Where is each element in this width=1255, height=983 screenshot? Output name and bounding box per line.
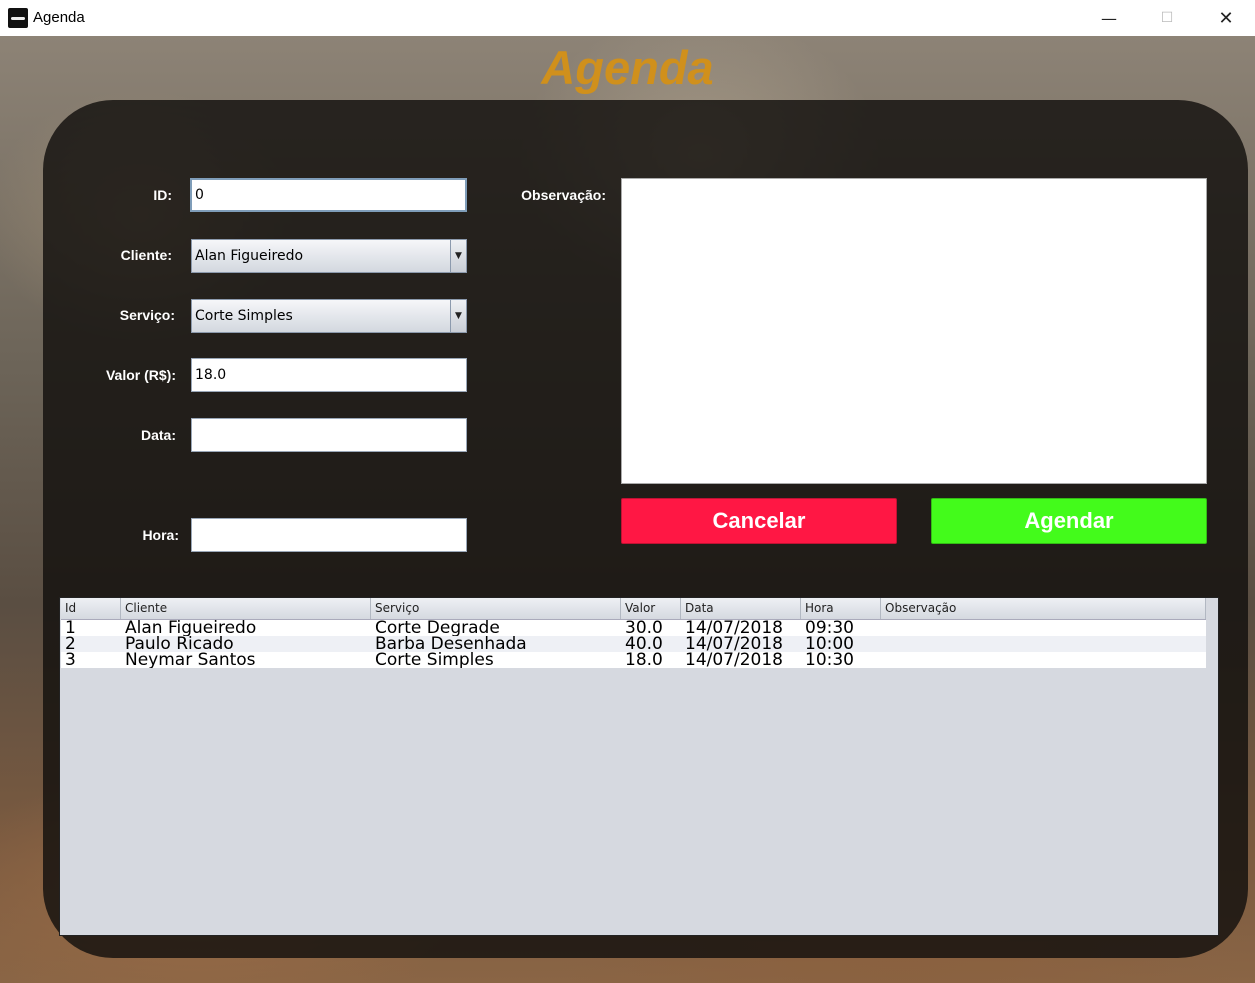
valor-label: Valor (R$): [105,367,176,383]
cell-cliente: Neymar Santos [125,652,256,668]
cell-observacao [881,652,1206,668]
cell-valor: 30.0 [625,620,663,636]
column-header-cliente[interactable]: Cliente [121,598,371,619]
column-header-observacao[interactable]: Observação [881,598,1206,619]
cancel-button[interactable]: Cancelar [621,498,897,544]
cell-data: 14/07/2018 [685,636,783,652]
cell-observacao [881,620,1206,636]
book-button[interactable]: Agendar [931,498,1207,544]
cell-servico: Barba Desenhada [375,636,527,652]
id-label: ID: [153,187,172,203]
column-header-hora[interactable]: Hora [801,598,881,619]
cell-cliente: Paulo Ricado [125,636,234,652]
cliente-select[interactable]: Alan Figueiredo ▼ [191,239,467,273]
cell-id: 2 [65,636,76,652]
window-title: Agenda [33,9,85,26]
servico-label: Serviço: [119,307,175,323]
data-label: Data: [140,427,176,443]
cell-id: 3 [65,652,76,668]
cell-valor: 18.0 [625,652,663,668]
title-bar: Agenda — ☐ ✕ [0,0,1255,36]
data-field[interactable] [191,418,467,452]
cell-hora: 10:30 [805,652,854,668]
maximize-button[interactable]: ☐ [1138,0,1196,36]
observacao-label: Observação: [521,187,606,203]
column-header-id[interactable]: Id [61,598,121,619]
cell-hora: 10:00 [805,636,854,652]
observacao-textarea[interactable] [621,178,1207,484]
table-scroll-gutter [1206,598,1218,935]
chevron-down-icon[interactable]: ▼ [450,300,466,332]
hora-field[interactable] [191,518,467,552]
appointments-table[interactable]: Id Cliente Serviço Valor Data Hora Obser… [59,597,1219,936]
table-header: Id Cliente Serviço Valor Data Hora Obser… [61,598,1206,620]
servico-select-value: Corte Simples [195,308,293,324]
cell-hora: 09:30 [805,620,854,636]
cliente-label: Cliente: [120,247,172,263]
id-field[interactable] [190,178,467,212]
table-row[interactable]: 1 Alan Figueiredo Corte Degrade 30.0 14/… [61,620,1206,636]
table-body: 1 Alan Figueiredo Corte Degrade 30.0 14/… [61,620,1206,668]
valor-field[interactable] [191,358,467,392]
cell-servico: Corte Degrade [375,620,500,636]
cell-id: 1 [65,620,76,636]
cliente-select-value: Alan Figueiredo [195,248,304,264]
column-header-servico[interactable]: Serviço [371,598,621,619]
app-icon [8,8,28,28]
cell-observacao [881,636,1206,652]
table-row[interactable]: 3 Neymar Santos Corte Simples 18.0 14/07… [61,652,1206,668]
cell-cliente: Alan Figueiredo [125,620,257,636]
table-row[interactable]: 2 Paulo Ricado Barba Desenhada 40.0 14/0… [61,636,1206,652]
page-title: Agenda [541,41,714,94]
minimize-button[interactable]: — [1080,0,1138,36]
hora-label: Hora: [142,527,179,543]
cell-servico: Corte Simples [375,652,494,668]
close-button[interactable]: ✕ [1197,0,1255,36]
column-header-valor[interactable]: Valor [621,598,681,619]
cell-valor: 40.0 [625,636,663,652]
servico-select[interactable]: Corte Simples ▼ [191,299,467,333]
column-header-data[interactable]: Data [681,598,801,619]
chevron-down-icon[interactable]: ▼ [450,240,466,272]
cell-data: 14/07/2018 [685,652,783,668]
cell-data: 14/07/2018 [685,620,783,636]
